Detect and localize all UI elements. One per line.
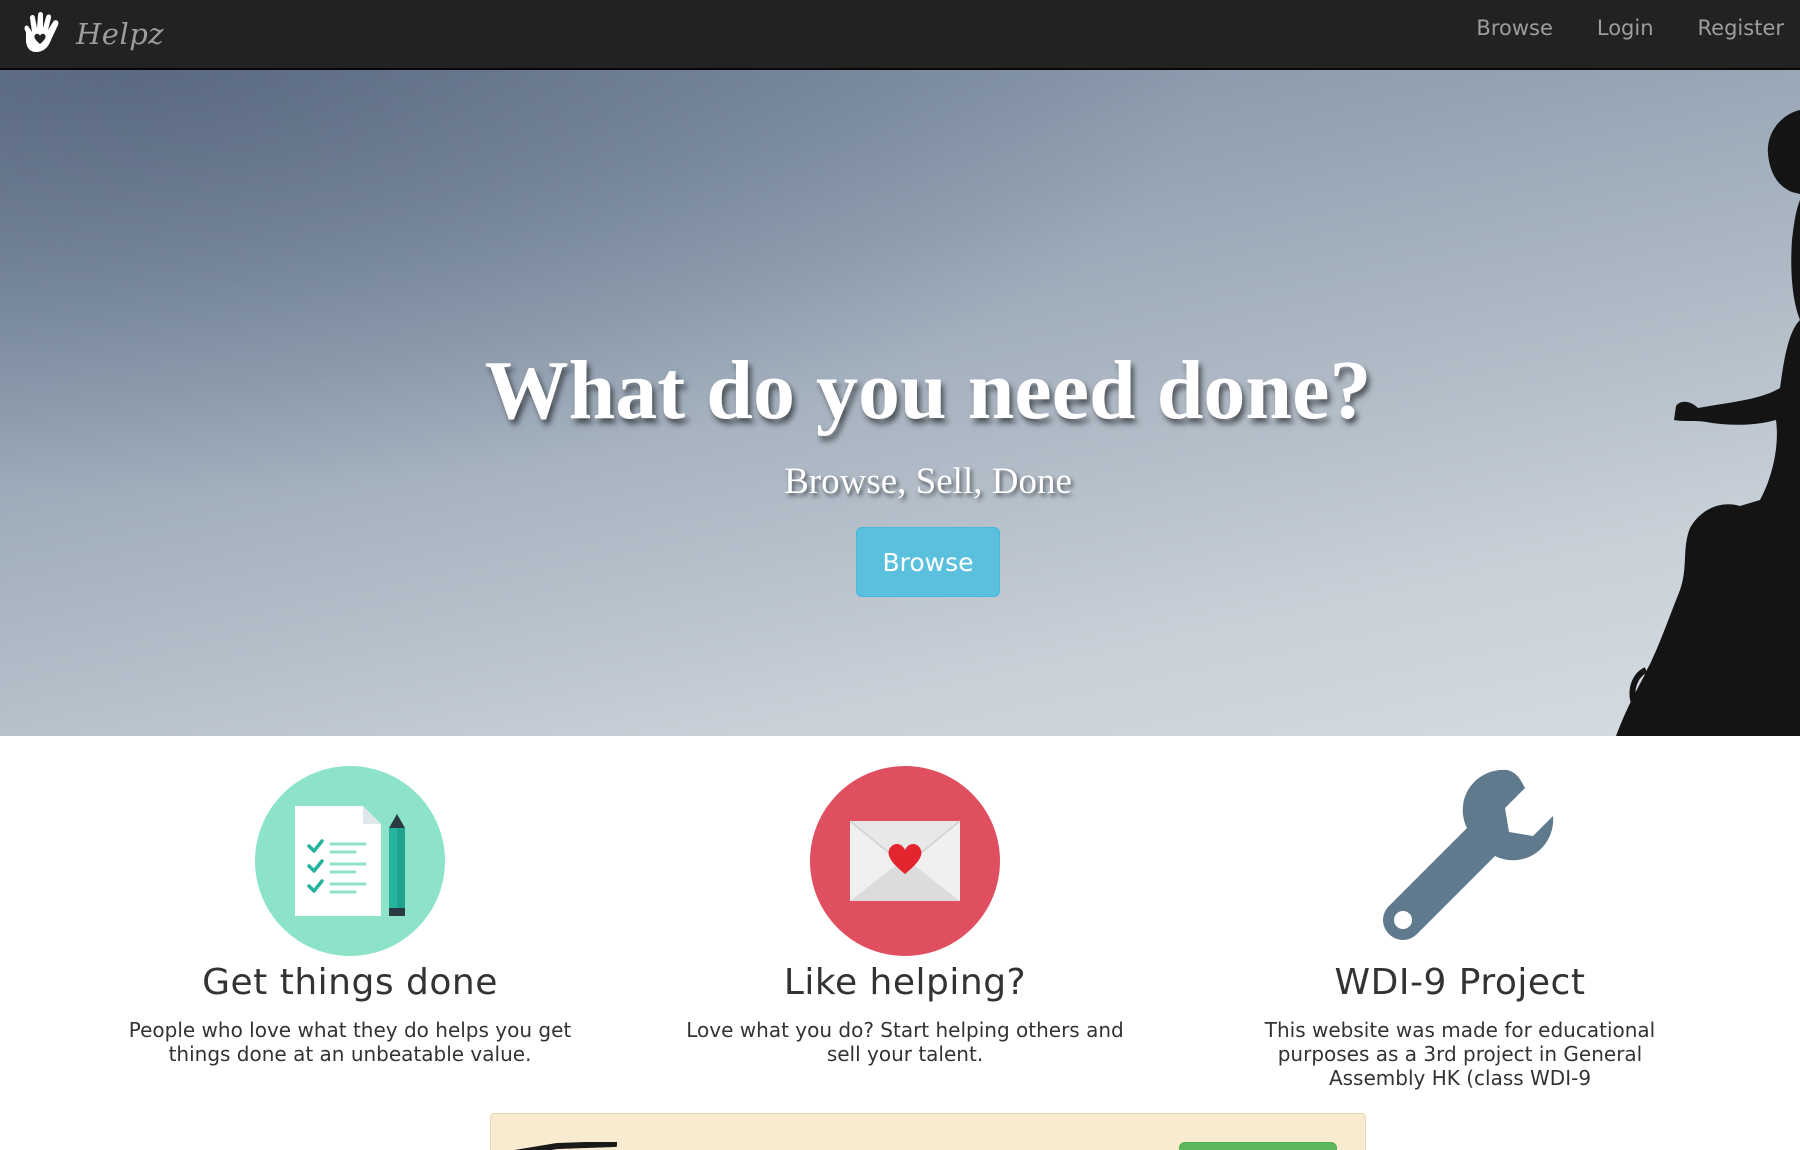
nav-login-link[interactable]: Login: [1575, 16, 1676, 40]
features-section: Get things done People who love what the…: [0, 736, 1800, 1096]
call-to-action-panel: [490, 1113, 1366, 1150]
checklist-pencil-icon: [255, 766, 445, 956]
feature-title: Get things done: [202, 962, 498, 1003]
envelope-heart-icon: [810, 766, 1000, 956]
paper-plane-icon: [514, 1142, 617, 1150]
nav-register-link[interactable]: Register: [1676, 16, 1800, 40]
hero-browse-button[interactable]: Browse: [856, 527, 1000, 597]
navbar: Helpz Browse Login Register: [0, 0, 1800, 70]
feature-wdi9-project: WDI-9 Project This website was made for …: [1210, 736, 1710, 1090]
feature-text: People who love what they do helps you g…: [128, 1018, 572, 1066]
feature-like-helping: Like helping? Love what you do? Start he…: [655, 736, 1155, 1066]
feature-text: Love what you do? Start helping others a…: [686, 1018, 1124, 1066]
feature-title: Like helping?: [783, 962, 1027, 1003]
hero-subtitle: Browse, Sell, Done: [784, 461, 1072, 502]
nav-browse-link[interactable]: Browse: [1454, 16, 1574, 40]
nav-links: Browse Login Register: [1454, 0, 1800, 56]
feature-title: WDI-9 Project: [1334, 962, 1586, 1003]
hero-banner: What do you need done? Browse, Sell, Don…: [0, 70, 1800, 736]
wrench-icon: [1383, 769, 1554, 940]
feature-text: This website was made for educational pu…: [1264, 1018, 1656, 1090]
hand-heart-icon: [24, 12, 59, 52]
brand-name: Helpz: [76, 17, 165, 51]
feature-get-things-done: Get things done People who love what the…: [100, 736, 600, 1066]
brand-link[interactable]: Helpz: [20, 6, 164, 62]
hero-title: What do you need done?: [484, 344, 1372, 437]
panel-action-button[interactable]: [1179, 1142, 1337, 1150]
